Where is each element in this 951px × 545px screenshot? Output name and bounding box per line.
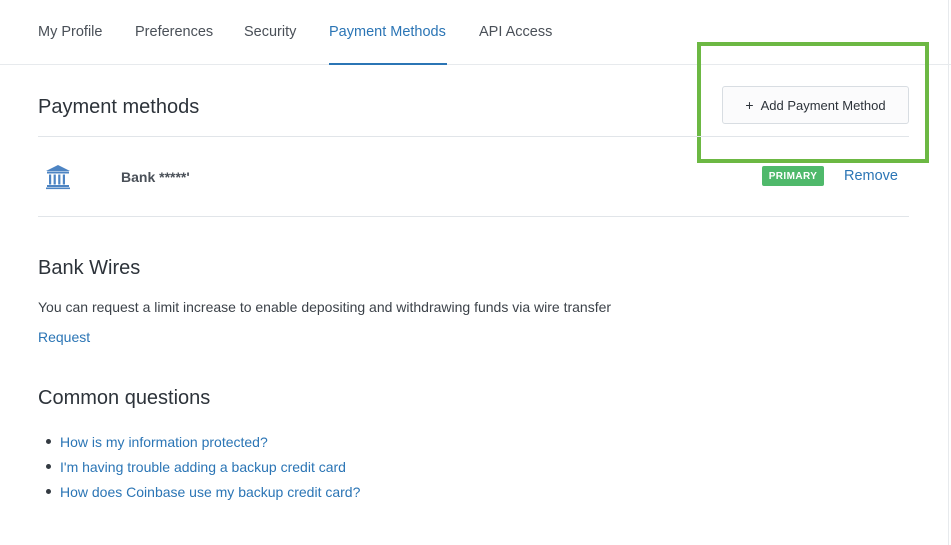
bullet-icon: [46, 489, 51, 494]
active-tab-indicator: [329, 63, 447, 65]
faq-link-backup-card-trouble[interactable]: I'm having trouble adding a backup credi…: [60, 459, 346, 475]
faq-item: How is my information protected?: [44, 429, 360, 454]
highlight-box: [697, 42, 929, 163]
payment-methods-divider-bottom: [38, 216, 909, 217]
tab-security[interactable]: Security: [244, 24, 296, 40]
faq-link-information-protected[interactable]: How is my information protected?: [60, 434, 268, 450]
remove-payment-method-link[interactable]: Remove: [844, 168, 898, 184]
bank-wires-title: Bank Wires: [38, 257, 141, 279]
tab-payment-methods[interactable]: Payment Methods: [329, 24, 446, 40]
tab-api-access[interactable]: API Access: [479, 24, 552, 40]
common-questions-title: Common questions: [38, 387, 211, 409]
bullet-icon: [46, 439, 51, 444]
faq-list: How is my information protected? I'm hav…: [44, 429, 360, 504]
payment-methods-page: My Profile Preferences Security Payment …: [0, 0, 951, 545]
primary-badge: PRIMARY: [762, 166, 824, 186]
faq-item: How does Coinbase use my backup credit c…: [44, 479, 360, 504]
payment-methods-divider-top: [38, 136, 909, 137]
faq-item: I'm having trouble adding a backup credi…: [44, 454, 360, 479]
bullet-icon: [46, 464, 51, 469]
bank-icon: [46, 165, 70, 190]
tab-my-profile[interactable]: My Profile: [38, 24, 102, 40]
bank-wires-description: You can request a limit increase to enab…: [38, 299, 612, 315]
bank-account-name: Bank *****': [121, 169, 190, 185]
tab-preferences[interactable]: Preferences: [135, 24, 213, 40]
faq-link-backup-card-usage[interactable]: How does Coinbase use my backup credit c…: [60, 484, 360, 500]
content-right-border: [948, 0, 949, 545]
request-link[interactable]: Request: [38, 329, 90, 345]
payment-methods-title: Payment methods: [38, 96, 200, 118]
